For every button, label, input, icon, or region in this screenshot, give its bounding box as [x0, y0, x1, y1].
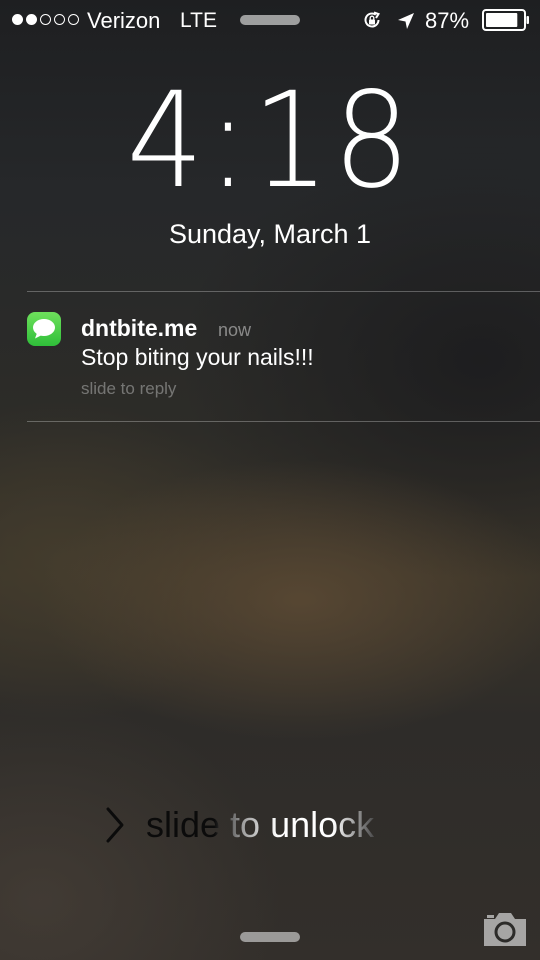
- notification-center-grabber[interactable]: [240, 15, 300, 25]
- notification-time: now: [218, 320, 252, 340]
- signal-dot: [68, 14, 79, 25]
- control-center-grabber[interactable]: [240, 932, 300, 942]
- signal-dot: [26, 14, 37, 25]
- carrier-name: Verizon: [87, 8, 161, 33]
- location-arrow-icon: [398, 13, 414, 29]
- slide-to-unlock[interactable]: slide to unlock: [104, 803, 374, 847]
- signal-dot: [12, 14, 23, 25]
- signal-dot: [40, 14, 51, 25]
- clock-time: 4:18: [126, 64, 414, 218]
- lock-screen-clock: 4:18: [0, 66, 540, 216]
- chevron-right-icon: [106, 807, 124, 843]
- lock-screen-date: Sunday, March 1: [168, 219, 372, 249]
- battery-percentage: 87%: [425, 8, 470, 33]
- rotation-lock-icon: [364, 11, 381, 28]
- divider: [27, 421, 540, 422]
- slide-to-reply-hint: slide to reply: [81, 379, 177, 398]
- slide-to-unlock-label: slide to unlock: [146, 804, 375, 845]
- battery-icon: [482, 9, 529, 31]
- notification-message: Stop biting your nails!!!: [81, 344, 314, 370]
- signal-dot: [54, 14, 65, 25]
- signal-strength: [12, 14, 79, 25]
- messages-icon: [27, 312, 61, 346]
- message-notification[interactable]: dntbite.me now Stop biting your nails!!!…: [0, 292, 540, 420]
- camera-icon[interactable]: [481, 910, 529, 948]
- network-type: LTE: [180, 9, 217, 32]
- notification-sender: dntbite.me: [81, 315, 198, 341]
- status-bar: Verizon LTE 87%: [0, 0, 540, 40]
